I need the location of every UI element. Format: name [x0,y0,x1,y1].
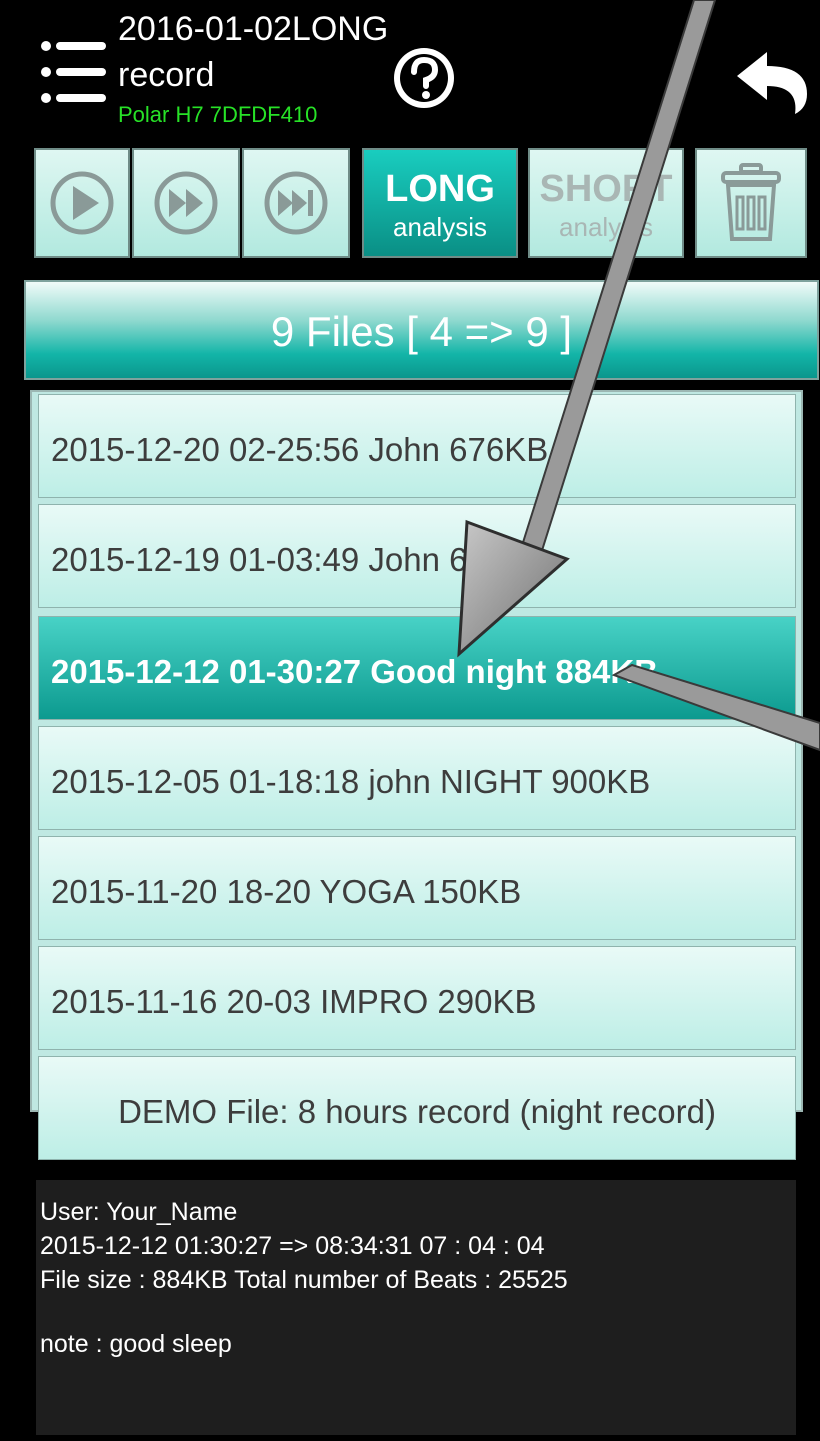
info-note: note : good sleep [40,1330,232,1358]
play-button[interactable] [34,148,130,258]
skip-end-icon [264,171,328,235]
long-label: LONG [385,168,495,210]
back-icon[interactable] [735,50,811,116]
short-analysis-button[interactable]: SHORT analysis [528,148,684,258]
menu-icon[interactable] [40,38,108,106]
delete-button[interactable] [695,148,807,258]
device-name: Polar H7 7DFDF410 [118,102,318,127]
file-item[interactable]: 2015-11-16 20-03 IMPRO 290KB [38,946,796,1050]
info-size-beats: File size : 884KB Total number of Beats … [40,1266,568,1294]
record-title: 2016-01-02LONG [118,10,389,48]
files-count-label: 9 Files [ 4 => 9 ] [270,308,573,355]
record-title-line2: record [118,56,215,94]
record-info-panel: User: Your_Name 2015-12-12 01:30:27 => 0… [36,1180,796,1435]
file-item-label: 2015-12-20 02-25:56 John 676KB [51,431,549,468]
long-analysis-button[interactable]: LONG analysis [362,148,518,258]
fast-forward-button[interactable] [132,148,240,258]
help-icon[interactable] [392,46,456,110]
info-time-range: 2015-12-12 01:30:27 => 08:34:31 07 : 04 … [40,1232,545,1260]
file-item-label: 2015-11-20 18-20 YOGA 150KB [51,873,522,910]
trash-icon [721,163,781,241]
demo-file-item[interactable]: DEMO File: 8 hours record (night record) [38,1056,796,1160]
info-user: User: Your_Name [40,1198,238,1226]
files-count-bar: 9 Files [ 4 => 9 ] [24,280,819,380]
app-screen: 2016-01-02LONG record Polar H7 7DFDF410 [0,0,820,1441]
file-item[interactable]: 2015-12-19 01-03:49 John 616KB [38,504,796,608]
fast-forward-icon [154,171,218,235]
long-sublabel: analysis [393,212,487,242]
file-list[interactable]: 2015-12-20 02-25:56 John 676KB 2015-12-1… [30,390,803,1160]
file-item[interactable]: 2015-12-20 02-25:56 John 676KB [38,394,796,498]
play-icon [50,171,114,235]
file-item-label: 2015-12-05 01-18:18 john NIGHT 900KB [51,763,651,800]
short-label: SHORT [539,168,673,210]
skip-to-end-button[interactable] [242,148,350,258]
file-item-label: 2015-11-16 20-03 IMPRO 290KB [51,983,537,1020]
file-item-selected[interactable]: 2015-12-12 01-30:27 Good night 884KB [38,616,796,720]
file-item-label: 2015-12-12 01-30:27 Good night 884KB [51,653,659,690]
file-item-label: 2015-12-19 01-03:49 John 616KB [51,541,549,578]
short-sublabel: analysis [559,212,653,242]
file-item[interactable]: 2015-12-05 01-18:18 john NIGHT 900KB [38,726,796,830]
file-item[interactable]: 2015-11-20 18-20 YOGA 150KB [38,836,796,940]
file-item-label: DEMO File: 8 hours record (night record) [118,1093,716,1130]
